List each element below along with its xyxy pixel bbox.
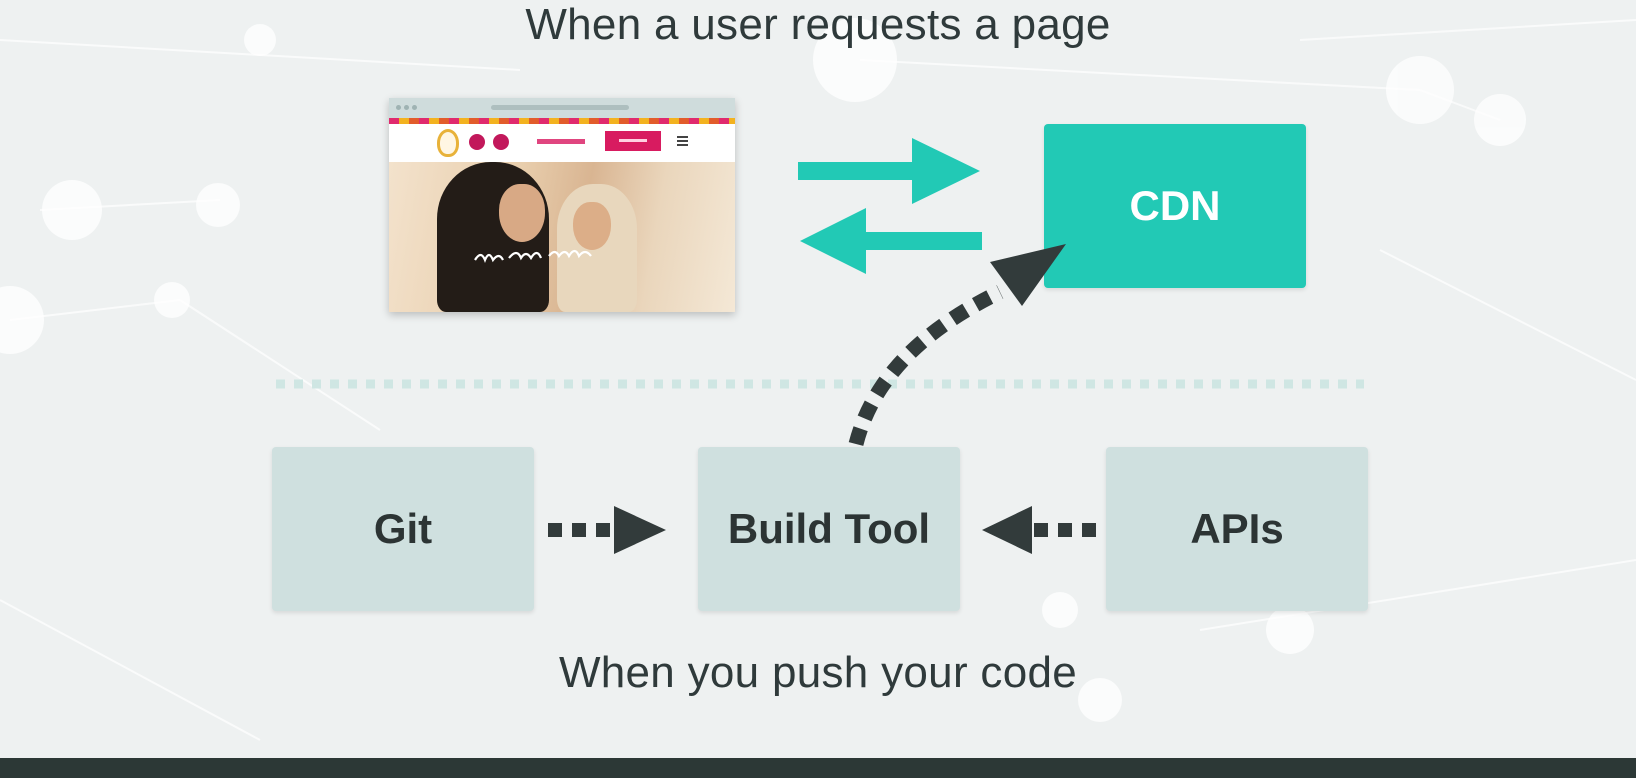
bottom-caption: When you push your code: [558, 648, 1078, 697]
site-nav: [389, 124, 735, 162]
git-box: Git: [272, 447, 534, 611]
social-icon: [469, 134, 485, 150]
browser-dot-icon: [412, 105, 417, 110]
site-nav-link: [537, 139, 585, 144]
build-tool-box: Build Tool: [698, 447, 960, 611]
browser-dot-icon: [396, 105, 401, 110]
hero-script-lettering: [474, 249, 592, 263]
apis-box: APIs: [1106, 447, 1368, 611]
social-icon: [493, 134, 509, 150]
footer-bar: [0, 758, 1636, 778]
website-preview-image: [389, 98, 735, 312]
apis-label: APIs: [1190, 505, 1284, 552]
hero-person-face: [573, 202, 611, 250]
site-hero-photo: [389, 162, 735, 312]
site-donate-button: [605, 131, 661, 151]
git-label: Git: [373, 505, 433, 552]
browser-address-bar: [491, 105, 629, 110]
browser-dot-icon: [404, 105, 409, 110]
diagram-slide: When a user requests a page CDN Git Buil…: [0, 0, 1636, 778]
cdn-label: CDN: [1129, 182, 1221, 229]
hero-person-face: [499, 184, 545, 242]
top-caption: When a user requests a page: [525, 0, 1111, 49]
browser-title-bar: [389, 98, 735, 118]
hamburger-menu-icon: [677, 136, 688, 138]
cdn-box: CDN: [1044, 124, 1306, 288]
site-logo-icon: [437, 129, 459, 157]
build-tool-label: Build Tool: [727, 505, 931, 552]
